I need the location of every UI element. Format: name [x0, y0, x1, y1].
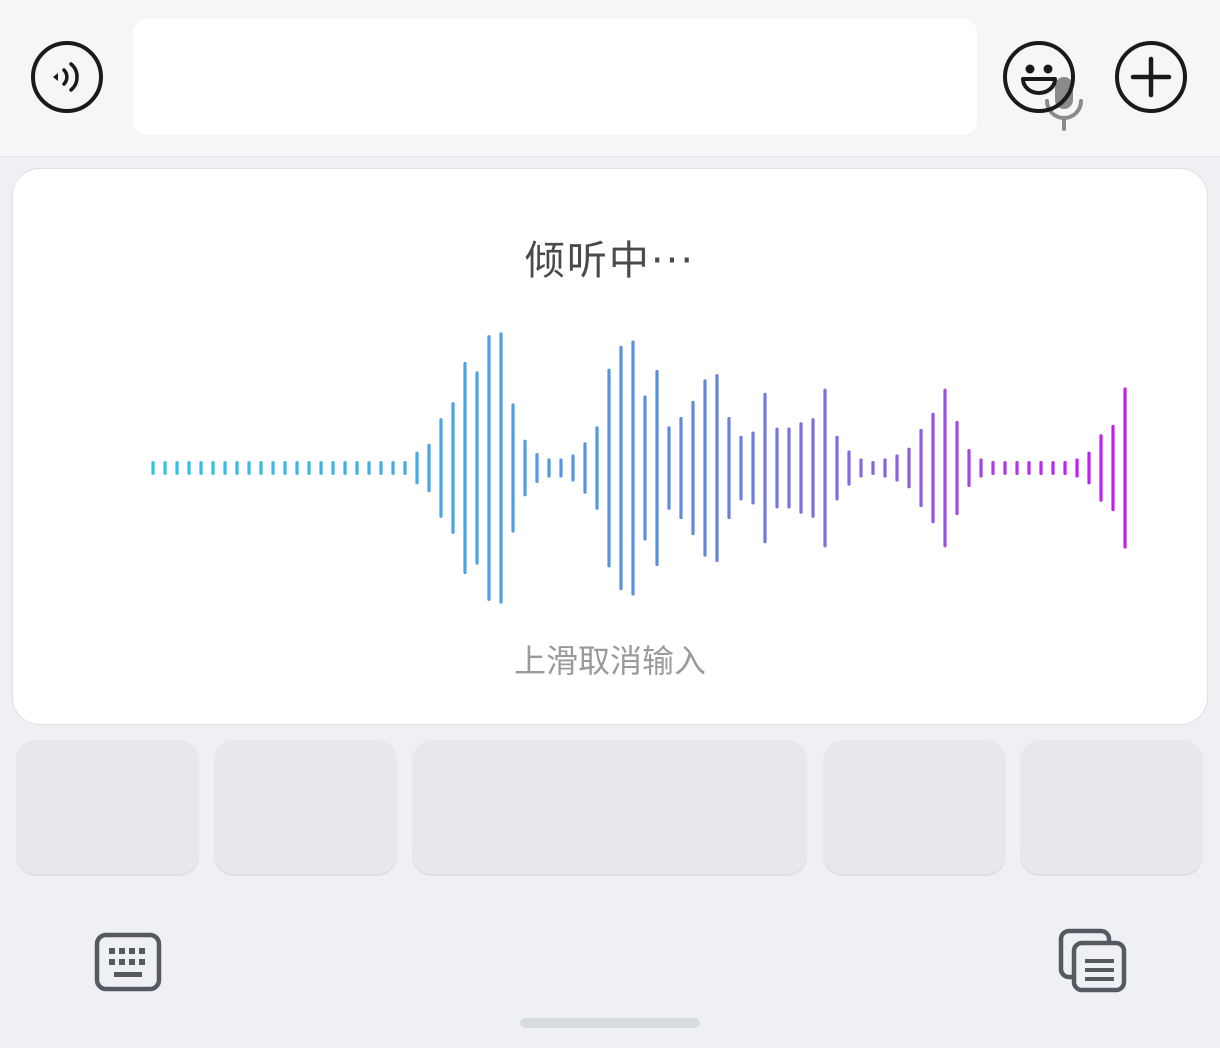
listening-status: 倾听中··· — [524, 238, 696, 284]
smiley-icon — [1021, 64, 1057, 95]
keyboard-key[interactable] — [823, 740, 1006, 874]
keyboard-icon[interactable] — [94, 932, 162, 992]
keyboard-key[interactable] — [1020, 740, 1203, 874]
clipboard-icon[interactable] — [1058, 928, 1128, 994]
swipe-up-cancel-hint: 上滑取消输入 — [513, 642, 706, 680]
voice-toggle-button[interactable] — [31, 41, 103, 113]
input-bar — [0, 0, 1220, 157]
plus-button[interactable] — [1115, 41, 1187, 113]
text-input-field[interactable] — [133, 19, 1083, 135]
emoji-button[interactable] — [1003, 41, 1075, 113]
audio-waveform — [151, 332, 1127, 604]
keyboard-key[interactable] — [214, 740, 397, 874]
space-key[interactable] — [412, 740, 807, 874]
keyboard-key[interactable] — [16, 740, 199, 874]
plus-icon — [1130, 56, 1172, 98]
home-indicator — [520, 1018, 700, 1028]
sound-wave-icon — [53, 62, 79, 92]
message-input[interactable] — [157, 49, 901, 107]
